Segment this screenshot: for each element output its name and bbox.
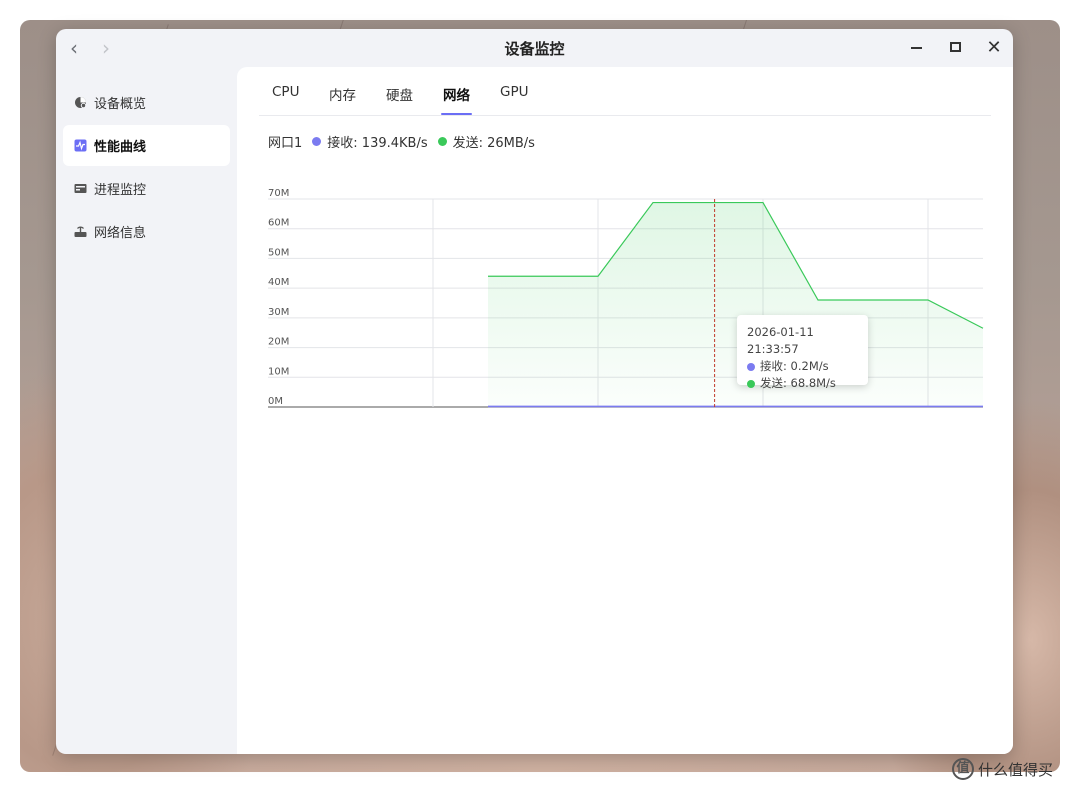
sidebar-item-label: 网络信息 [94, 226, 147, 241]
sidebar-item-device-overview[interactable]: 设备概览 [63, 82, 230, 123]
y-tick-label: 70M [268, 188, 289, 199]
maximize-icon [950, 42, 961, 52]
network-chart[interactable]: 0M 10M 20M 30M 40M 50M 60M 70M [237, 67, 1013, 467]
tooltip-receive-dot [747, 362, 755, 371]
maximize-button[interactable] [946, 38, 966, 58]
window-title: 设备监控 [504, 40, 565, 58]
main-content: CPU 内存 硬盘 网络 GPU 网口1 接收: 139.4KB/s 发送: 2… [237, 67, 1013, 754]
minimize-button[interactable] [907, 38, 927, 58]
sidebar-item-label: 进程监控 [94, 183, 147, 198]
close-icon: ✕ [986, 37, 1002, 58]
sidebar-item-network-info[interactable]: 网络信息 [63, 211, 230, 252]
y-tick-label: 20M [268, 337, 289, 348]
close-button[interactable]: ✕ [984, 38, 1004, 58]
y-tick-label: 40M [268, 277, 289, 288]
tooltip-receive: 接收: 0.2M/s [760, 359, 829, 373]
sidebar-item-performance-curve[interactable]: 性能曲线 [63, 125, 230, 166]
y-tick-label: 50M [268, 247, 289, 258]
activity-chart-icon [74, 139, 87, 152]
send-series-area [488, 202, 983, 407]
chart-tooltip: 2026-01-11 21:33:57 接收: 0.2M/s 发送: 68.8M… [737, 315, 868, 390]
y-tick-label: 10M [268, 366, 289, 377]
y-tick-label: 0M [268, 396, 283, 407]
sidebar: 设备概览 性能曲线 进程监控 网络信息 [56, 67, 237, 754]
tooltip-send-dot [747, 379, 755, 388]
tooltip-time: 2026-01-11 21:33:57 [747, 325, 814, 356]
tooltip-send: 发送: 68.8M/s [760, 376, 836, 390]
y-tick-label: 30M [268, 307, 289, 318]
sidebar-item-label: 设备概览 [94, 97, 147, 112]
sidebar-item-process-monitor[interactable]: 进程监控 [63, 168, 230, 209]
router-icon [74, 225, 87, 238]
minimize-icon [911, 47, 922, 49]
title-bar: ‹ › 设备监控 ✕ [56, 29, 1013, 67]
smzdm-logo-icon: 值 [952, 758, 974, 780]
watermark-text: 什么值得买 [978, 760, 1054, 779]
watermark: 值 什么值得买 [952, 756, 1053, 782]
y-tick-label: 60M [268, 218, 289, 229]
device-monitor-window: ‹ › 设备监控 ✕ 设备概览 性能曲线 进程监控 网络信息 CPU 内存 硬盘… [56, 29, 1013, 754]
process-list-icon [74, 182, 87, 195]
sidebar-item-label: 性能曲线 [94, 140, 147, 155]
pie-chart-icon [74, 96, 87, 109]
